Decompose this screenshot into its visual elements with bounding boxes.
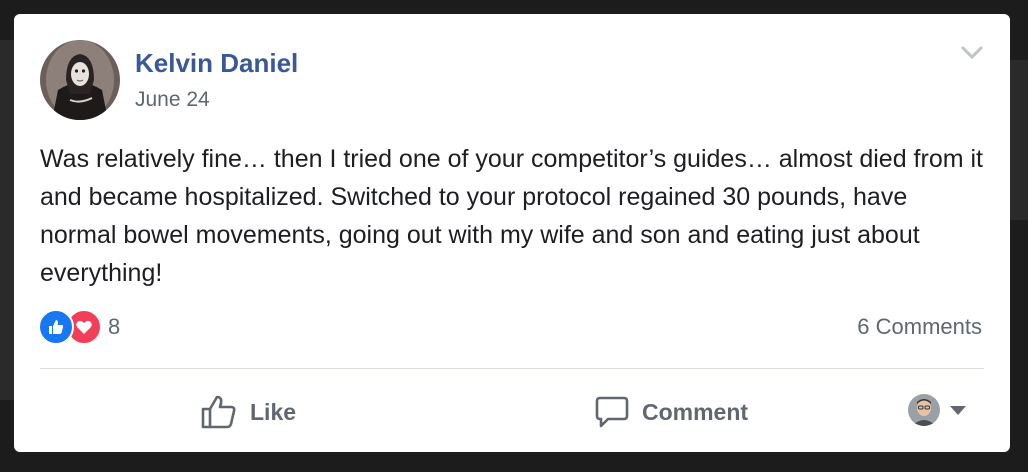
comments-count-link[interactable]: 6 Comments [857,314,982,340]
current-user-avatar [908,394,940,426]
post-options-chevron-icon[interactable] [960,44,984,62]
post-card: Kelvin Daniel June 24 Was relatively fin… [14,14,1010,452]
reaction-count: 8 [108,314,121,339]
like-reaction-icon [38,309,74,345]
caret-down-icon [950,405,966,415]
like-button[interactable]: Like [200,392,296,432]
post-date[interactable]: June 24 [135,88,210,112]
like-button-label: Like [250,398,297,425]
post-body-text: Was relatively fine… then I tried one of… [40,145,984,287]
comment-button[interactable]: Comment [594,392,748,432]
reactions-summary[interactable]: 8 [38,309,121,345]
background-left-strip [0,40,14,400]
background-right-strip [1010,60,1028,220]
action-bar-divider [40,368,984,369]
author-name[interactable]: Kelvin Daniel [135,48,298,79]
thumbs-up-icon [201,395,236,429]
speech-bubble-icon [595,396,629,428]
comment-button-label: Comment [642,398,749,425]
author-avatar[interactable] [40,40,120,120]
post-as-selector[interactable] [908,394,966,426]
